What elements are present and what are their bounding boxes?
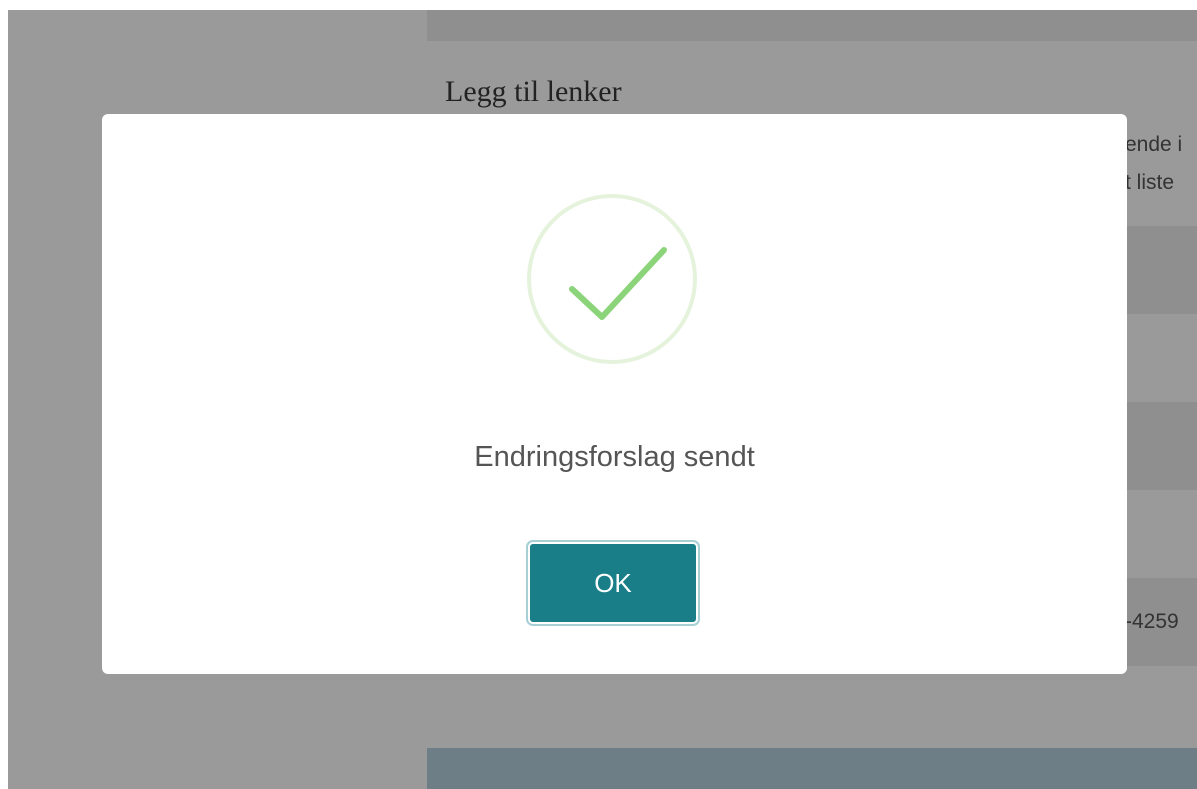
background-footer-bar [427, 748, 1197, 789]
page-edge-top [0, 0, 1197, 10]
background-heading: Legg til lenker [445, 75, 622, 108]
dialog-message: Endringsforslag sendt [474, 441, 755, 473]
background-text-line-1: ende i [1125, 133, 1183, 156]
success-dialog: Endringsforslag sendt OK [102, 114, 1127, 674]
success-check-icon [569, 247, 667, 320]
success-icon-ring [527, 194, 697, 364]
background-text-line-2: t liste [1125, 171, 1175, 194]
background-header-bar [427, 10, 1197, 41]
ok-button[interactable]: OK [528, 542, 698, 624]
background-text-line-3: -4259 [1125, 610, 1179, 633]
page-edge-left [0, 0, 8, 789]
